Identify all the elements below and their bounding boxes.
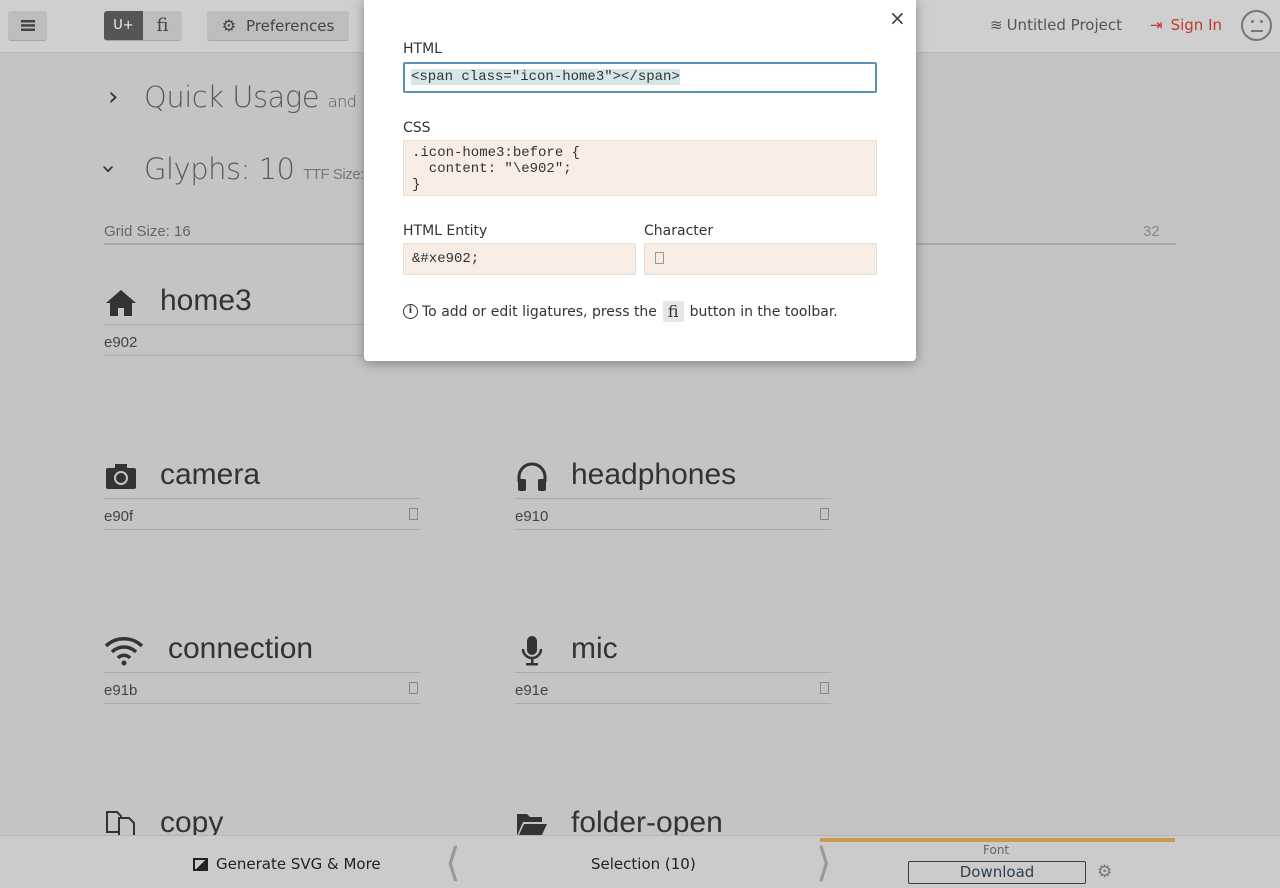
glyph-name[interactable]: home3 bbox=[160, 284, 252, 318]
download-button[interactable]: Download bbox=[908, 861, 1086, 884]
glyph-details-modal: × HTML <span class="icon-home3"></span> … bbox=[364, 0, 916, 361]
glyph-code[interactable]: e91e bbox=[515, 672, 831, 704]
avatar[interactable] bbox=[1241, 10, 1272, 41]
home-icon bbox=[106, 290, 136, 316]
wifi-icon bbox=[104, 637, 144, 666]
html-field[interactable]: <span class="icon-home3"></span> bbox=[403, 62, 877, 93]
glyph-card[interactable]: camera e90f bbox=[104, 458, 420, 538]
glyph-name[interactable]: connection bbox=[168, 632, 313, 666]
glyph-name[interactable]: camera bbox=[160, 458, 260, 492]
glyph-code[interactable]: e91b bbox=[104, 672, 420, 704]
gear-icon[interactable]: ⚙ bbox=[1097, 862, 1112, 882]
grid-size-label: Grid Size: 16 bbox=[104, 223, 191, 240]
generate-svg-button[interactable]: Generate SVG & More bbox=[193, 855, 381, 873]
character-preview-icon bbox=[409, 682, 418, 694]
chevron-left-icon[interactable]: ⟨ bbox=[445, 840, 461, 886]
character-preview-icon bbox=[820, 682, 829, 694]
layers-icon: ≋ bbox=[990, 16, 1003, 34]
font-label: Font bbox=[983, 843, 1010, 857]
character-field[interactable] bbox=[644, 243, 877, 275]
quick-usage-heading[interactable]: Quick Usage and S bbox=[144, 80, 384, 114]
generate-svg-label: Generate SVG & More bbox=[216, 855, 381, 873]
character-preview-icon bbox=[820, 508, 829, 520]
css-label: CSS bbox=[403, 120, 431, 136]
glyph-name[interactable]: headphones bbox=[571, 458, 736, 492]
chevron-right-icon[interactable]: ⟩ bbox=[816, 840, 832, 886]
ligature-toggle[interactable]: fi bbox=[143, 11, 182, 41]
glyph-card[interactable]: connection e91b bbox=[104, 632, 420, 712]
preferences-label: Preferences bbox=[246, 16, 335, 35]
image-icon bbox=[193, 857, 208, 871]
glyph-code[interactable]: e910 bbox=[515, 498, 831, 530]
sign-in-link[interactable]: ⇥ Sign In bbox=[1150, 16, 1222, 34]
ligature-hint: i To add or edit ligatures, press the fi… bbox=[403, 301, 838, 322]
camera-icon bbox=[106, 464, 136, 489]
font-progress-bar bbox=[820, 838, 1175, 842]
grid-size-max: 32 bbox=[1143, 223, 1160, 240]
gear-icon: ⚙ bbox=[221, 16, 237, 35]
hint-text: button in the toolbar. bbox=[689, 303, 838, 320]
glyph-name[interactable]: mic bbox=[571, 632, 618, 666]
sign-in-label: Sign In bbox=[1170, 16, 1222, 34]
mic-icon bbox=[521, 636, 543, 666]
glyphs-heading: Glyphs: 10 TTF Size: bbox=[144, 152, 364, 186]
glyph-card[interactable]: mic e91e bbox=[515, 632, 831, 712]
html-entity-field[interactable]: &#xe902; bbox=[403, 243, 636, 275]
glyph-card[interactable]: headphones e910 bbox=[515, 458, 831, 538]
chevron-right-icon[interactable]: › bbox=[108, 82, 118, 112]
glyph-code[interactable]: e90f bbox=[104, 498, 420, 530]
hamburger-icon bbox=[20, 20, 35, 31]
ligature-button-hint: fi bbox=[662, 301, 684, 322]
html-label: HTML bbox=[403, 41, 442, 57]
chevron-down-icon[interactable]: › bbox=[95, 164, 123, 174]
character-preview-icon bbox=[655, 252, 664, 264]
project-label: Untitled Project bbox=[1006, 16, 1123, 34]
unicode-toggle[interactable]: U+ bbox=[104, 11, 143, 41]
hint-text: To add or edit ligatures, press the bbox=[422, 303, 657, 320]
character-preview-icon bbox=[409, 508, 418, 520]
selection-count[interactable]: Selection (10) bbox=[591, 855, 696, 873]
close-icon[interactable]: × bbox=[889, 6, 906, 30]
css-field[interactable]: .icon-home3:before { content: "\e902"; } bbox=[403, 140, 877, 196]
menu-button[interactable] bbox=[8, 11, 47, 41]
preferences-button[interactable]: ⚙ Preferences bbox=[207, 11, 349, 41]
character-label: Character bbox=[644, 223, 714, 239]
bottom-bar: Generate SVG & More ⟨ Selection (10) ⟩ F… bbox=[0, 835, 1280, 888]
sign-in-icon: ⇥ bbox=[1150, 16, 1163, 34]
headphones-icon bbox=[517, 462, 547, 491]
project-name[interactable]: ≋ Untitled Project bbox=[990, 16, 1122, 34]
html-entity-label: HTML Entity bbox=[403, 223, 488, 239]
info-icon: i bbox=[403, 304, 418, 319]
